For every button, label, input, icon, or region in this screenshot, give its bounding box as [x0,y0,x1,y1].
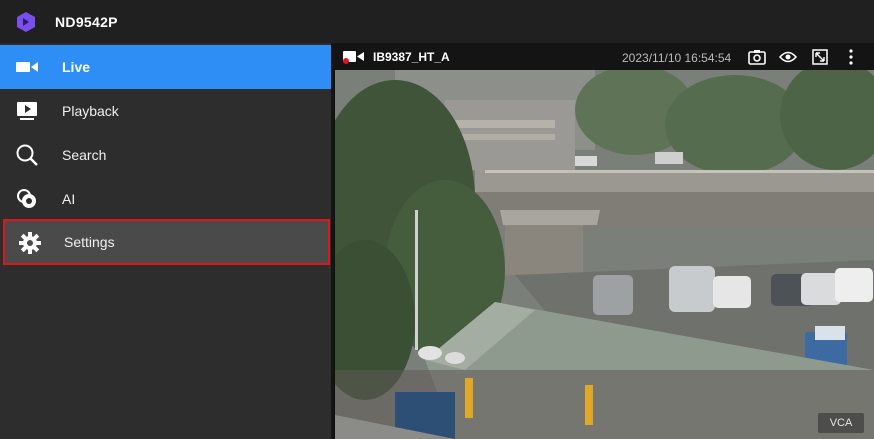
camera-recording-icon [343,51,364,64]
vca-badge[interactable]: VCA [818,413,864,433]
camera-feed-image[interactable]: VCA [335,70,874,439]
app-logo-icon [17,11,35,32]
more-icon[interactable] [842,48,860,66]
camera-header: IB9387_HT_A 2023/11/10 16:54:54 [334,43,874,70]
playback-icon [14,99,40,123]
camera-scene [335,70,874,439]
app-title: ND9542P [55,13,118,30]
sidebar-item-label: Settings [64,234,115,250]
snapshot-icon[interactable] [748,48,766,66]
sidebar-item-label: Playback [62,103,119,119]
sidebar-item-label: Search [62,147,107,163]
search-icon [14,143,40,167]
camera-timestamp: 2023/11/10 16:54:54 [622,51,732,65]
sidebar-item-label: Live [62,59,91,75]
top-bar: ND9542P [0,0,874,43]
sidebar-item-live[interactable]: Live [0,45,331,89]
fullscreen-icon[interactable] [811,48,829,66]
sidebar-item-playback[interactable]: Playback [0,89,331,133]
sidebar: Live Playback Search AI Settings [0,43,331,439]
video-camera-icon [14,55,40,79]
sidebar-item-ai[interactable]: AI [0,177,331,221]
sidebar-item-search[interactable]: Search [0,133,331,177]
eye-icon[interactable] [779,48,797,66]
sidebar-item-label: AI [62,191,76,207]
ai-icon [14,187,40,211]
gear-icon [17,231,43,255]
sidebar-item-settings[interactable]: Settings [3,219,330,265]
camera-name: IB9387_HT_A [373,50,450,64]
live-view-panel: IB9387_HT_A 2023/11/10 16:54:54 VCA [334,43,874,439]
